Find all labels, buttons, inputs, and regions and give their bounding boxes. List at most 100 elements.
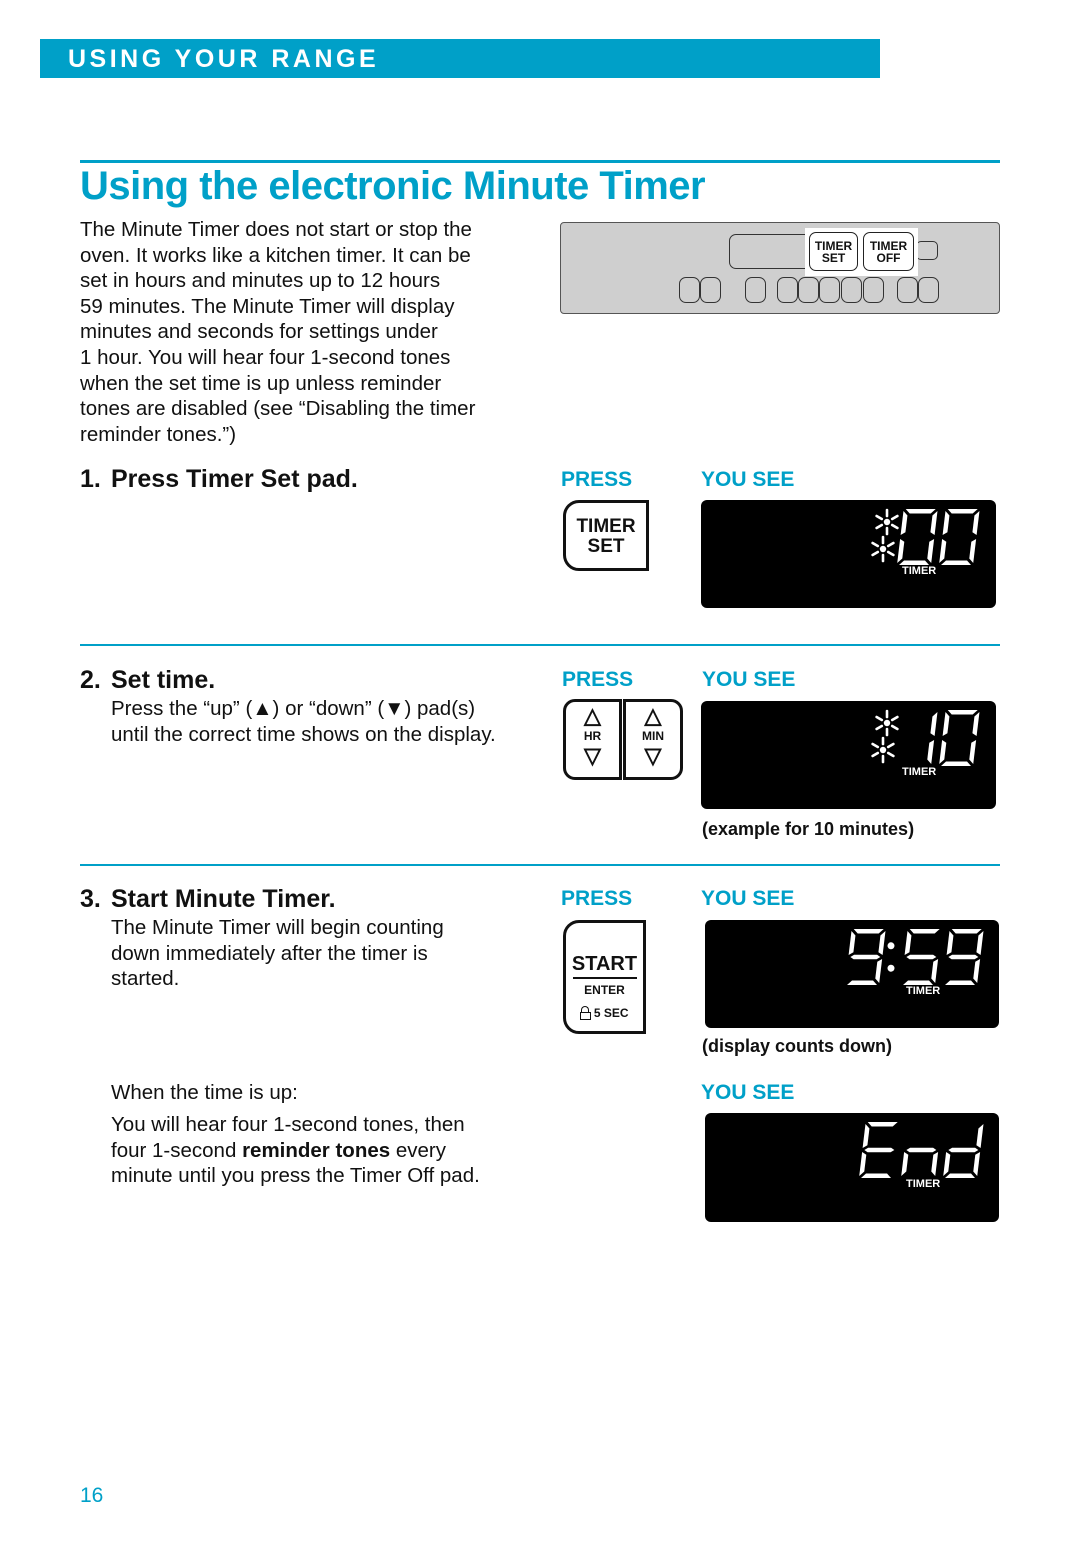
time-up-body: You will hear four 1-second tones, then …	[111, 1112, 480, 1189]
intro-line: oven. It works like a kitchen timer. It …	[80, 243, 471, 267]
body-line: You will hear four 1-second tones, then	[111, 1113, 465, 1136]
title-rule	[80, 160, 1000, 163]
intro-line: 1 hour. You will hear four 1-second tone…	[80, 345, 451, 369]
up-arrow-icon[interactable]: △	[626, 705, 680, 727]
intro-line: when the set time is up unless reminder	[80, 371, 442, 395]
lcd-digit-0-segment-b	[878, 931, 886, 955]
press-label: PRESS	[562, 668, 634, 691]
page-title: Using the electronic Minute Timer	[80, 164, 706, 208]
lcd-digit-3-segment-c	[973, 959, 981, 983]
up-arrow-icon[interactable]: △	[566, 705, 619, 727]
divider	[80, 644, 1000, 646]
panel-pad	[897, 277, 918, 303]
lcd-digit-0-segment-f	[900, 511, 908, 535]
lcd-colon-dot	[887, 964, 895, 972]
blinking-indicator-icon	[875, 508, 899, 536]
lcd-digit-1-segment-g	[906, 1147, 937, 1153]
lcd-digits	[847, 929, 984, 985]
lcd-digit-1-segment-d	[941, 761, 971, 766]
body-line: The Minute Timer will begin counting	[111, 916, 444, 939]
lock-row: 5 SEC	[566, 1006, 643, 1020]
timer-set-pad-line2: SET	[821, 251, 846, 265]
lcd-digit-0-segment-b	[930, 511, 938, 535]
panel-pad	[863, 277, 884, 303]
hour-up-down-pad[interactable]: △ HR ▽	[563, 699, 622, 780]
lcd-digit-2-segment-e	[943, 1152, 951, 1176]
lcd-digit-1-segment-e	[901, 1152, 909, 1176]
timer-set-pad[interactable]: TIMER SET	[809, 232, 858, 271]
lcd-digit-0-segment-d	[861, 1173, 891, 1178]
page-number: 16	[80, 1484, 104, 1507]
timer-set-key[interactable]: TIMER SET	[563, 500, 649, 571]
lcd-digit-0-segment-e	[859, 1152, 867, 1176]
lcd-digit-1-segment-a	[947, 509, 978, 514]
lcd-digit-3-segment-d	[945, 980, 975, 985]
lcd-digit-0-segment-c	[927, 539, 935, 563]
lcd-digit-0-segment-f	[862, 1124, 870, 1148]
panel-pad	[918, 277, 939, 303]
start-label: START	[571, 953, 638, 975]
lcd-display-step-1: TIMER	[701, 500, 996, 608]
enter-label: ENTER	[584, 983, 625, 997]
hr-label: HR	[583, 729, 602, 743]
lcd-digit-3-segment-a	[951, 929, 982, 934]
lcd-digit-2-segment-g	[906, 954, 937, 960]
down-arrow-icon[interactable]: ▽	[566, 745, 619, 767]
lcd-digit-2-segment-a	[909, 929, 940, 934]
intro-line: set in hours and minutes up to 12 hours	[80, 269, 441, 293]
lcd-digit-1-segment-e	[939, 740, 947, 764]
step-3-body: The Minute Timer will begin counting dow…	[111, 915, 444, 992]
lcd-digit-2-segment-b	[976, 1124, 984, 1148]
step-3-heading: 3. Start Minute Timer.	[80, 885, 336, 914]
lcd-digit-2-segment-c	[931, 959, 939, 983]
lcd-digit-0-segment-d	[847, 980, 877, 985]
panel-pad	[841, 277, 862, 303]
step-1-heading: 1. Press Timer Set pad.	[80, 465, 358, 494]
intro-paragraph: The Minute Timer does not start or stop …	[80, 217, 525, 447]
lcd-digit-3-segment-b	[976, 931, 984, 955]
lcd-digit-0-segment-a	[905, 509, 936, 514]
lcd-digit-0-segment-e	[897, 539, 905, 563]
body-line: Press the “up” (▲) or “down” (▼) pad(s)	[111, 697, 476, 720]
lcd-digit-0-segment-c	[927, 740, 935, 764]
timer-indicator: TIMER	[902, 565, 937, 577]
lcd-digit-1-segment-b	[972, 712, 980, 736]
body-line: started.	[111, 967, 180, 991]
lcd-digit-0-segment-a	[867, 1122, 898, 1127]
lcd-digit-1-segment-f	[942, 511, 950, 535]
lcd-digit-0-segment-b	[930, 712, 938, 736]
lcd-digit-1-segment-a	[947, 710, 978, 715]
you-see-label: YOU SEE	[701, 468, 795, 491]
intro-line: tones are disabled (see “Disabling the t…	[80, 397, 476, 421]
section-banner: USING YOUR RANGE	[40, 39, 880, 78]
lcd-digit-1-segment-f	[942, 712, 950, 736]
step-number: 2.	[80, 666, 101, 694]
minute-up-down-pad[interactable]: △ MIN ▽	[623, 699, 683, 780]
timer-indicator: TIMER	[902, 766, 937, 778]
intro-line: 59 minutes. The Minute Timer will displa…	[80, 294, 455, 318]
body-line: minute until you press the Timer Off pad…	[111, 1164, 480, 1188]
panel-pad	[798, 277, 819, 303]
display-caption: (display counts down)	[702, 1036, 893, 1056]
lcd-digit-2-segment-c	[973, 1152, 981, 1176]
lcd-digit-1-segment-c	[931, 1152, 939, 1176]
lcd-display-step-3: TIMER	[705, 920, 999, 1028]
divider	[80, 864, 1000, 866]
start-enter-key[interactable]: START ENTER 5 SEC	[563, 920, 646, 1034]
step-2-body: Press the “up” (▲) or “down” (▼) pad(s) …	[111, 696, 496, 747]
lcd-digit-0-segment-g	[864, 1147, 895, 1153]
reminder-tones-emphasis: reminder tones	[242, 1138, 391, 1162]
lcd-digit-0-segment-c	[875, 959, 883, 983]
timer-off-pad[interactable]: TIMER OFF	[863, 232, 914, 271]
blinking-indicator-icon	[875, 709, 899, 737]
lcd-digit-2-segment-d	[945, 1173, 975, 1178]
intro-line: The Minute Timer does not start or stop …	[80, 218, 472, 241]
lcd-digit-0-segment-g	[850, 954, 881, 960]
press-label: PRESS	[561, 468, 633, 491]
lcd-digit-3-segment-f	[946, 931, 954, 955]
down-arrow-icon[interactable]: ▽	[626, 745, 680, 767]
lcd-display-time-up: TIMER	[705, 1113, 999, 1222]
step-title: Press Timer Set pad.	[111, 465, 358, 493]
time-up-label: When the time is up:	[111, 1081, 298, 1104]
step-2-heading: 2. Set time.	[80, 666, 215, 695]
